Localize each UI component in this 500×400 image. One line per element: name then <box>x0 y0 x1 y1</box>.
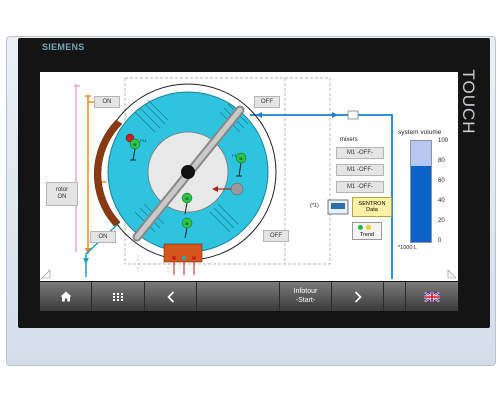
volume-tick: 0 <box>438 238 442 244</box>
filter-icon <box>347 110 359 120</box>
back-button[interactable] <box>145 282 197 311</box>
volume-tick: 60 <box>438 178 445 184</box>
valve-top-left-button[interactable]: ON <box>94 96 120 108</box>
sensor-ball-icon <box>230 182 244 196</box>
svg-text:M: M <box>240 157 243 161</box>
valve-top-right-button[interactable]: OFF <box>254 96 280 108</box>
system-volume-bar <box>410 140 432 243</box>
tank-hub <box>181 165 195 179</box>
corner-marker-left <box>41 269 51 279</box>
sentron-meter-icon <box>327 199 349 215</box>
note-marker: (*1) <box>310 203 319 209</box>
svg-text:M: M <box>134 143 137 147</box>
svg-text:M: M <box>186 222 189 226</box>
grid-icon <box>113 292 123 301</box>
status-dot-yellow <box>366 225 371 230</box>
trend-label: Trend <box>359 232 375 238</box>
navigation-bar: Infotour -Start- <box>40 282 458 311</box>
status-dot-green <box>358 225 363 230</box>
language-button[interactable] <box>406 282 458 311</box>
nav-spacer <box>197 282 280 311</box>
mixer-button-2[interactable]: M1 -OFF- <box>336 164 384 176</box>
trend-button[interactable]: Trend <box>352 222 382 240</box>
hmi-screen: M M M M P11 P1 ON OFF ON OFF rotor ON mi… <box>40 72 458 281</box>
sentron-data-button[interactable]: SENTRON Data <box>352 197 392 217</box>
svg-text:M: M <box>186 197 189 201</box>
mixer-button-1[interactable]: M1 -OFF- <box>336 147 384 159</box>
corner-marker-right <box>447 269 457 279</box>
chevron-right-icon <box>354 290 362 303</box>
infotour-button[interactable]: Infotour -Start- <box>280 282 332 311</box>
home-icon <box>60 291 71 302</box>
nav-spacer <box>384 282 406 311</box>
mixers-title: mixers <box>340 137 358 143</box>
valve-bottom-left-button[interactable]: ON <box>90 231 116 243</box>
tag-label: P11 <box>140 138 148 143</box>
volume-tick: 100 <box>438 138 449 144</box>
system-volume-title: system volume <box>398 129 442 136</box>
chevron-left-icon <box>166 290 174 303</box>
volume-tick: 40 <box>438 198 445 204</box>
valve-bottom-right-button[interactable]: OFF <box>263 230 289 242</box>
uk-flag-icon <box>424 291 440 302</box>
system-volume-fill <box>411 166 431 242</box>
mixer-button-3[interactable]: M1 -OFF- <box>336 181 384 193</box>
grid-button[interactable] <box>92 282 145 311</box>
brand-logo: SIEMENS <box>42 42 85 52</box>
home-button[interactable] <box>40 282 92 311</box>
volume-tick: 20 <box>438 218 445 224</box>
rotor-button[interactable]: rotor ON <box>46 182 78 206</box>
volume-unit-label: *1000 L <box>398 245 417 251</box>
next-button[interactable] <box>332 282 384 311</box>
volume-tick: 80 <box>438 158 445 164</box>
tag-label: P1 <box>232 153 238 158</box>
